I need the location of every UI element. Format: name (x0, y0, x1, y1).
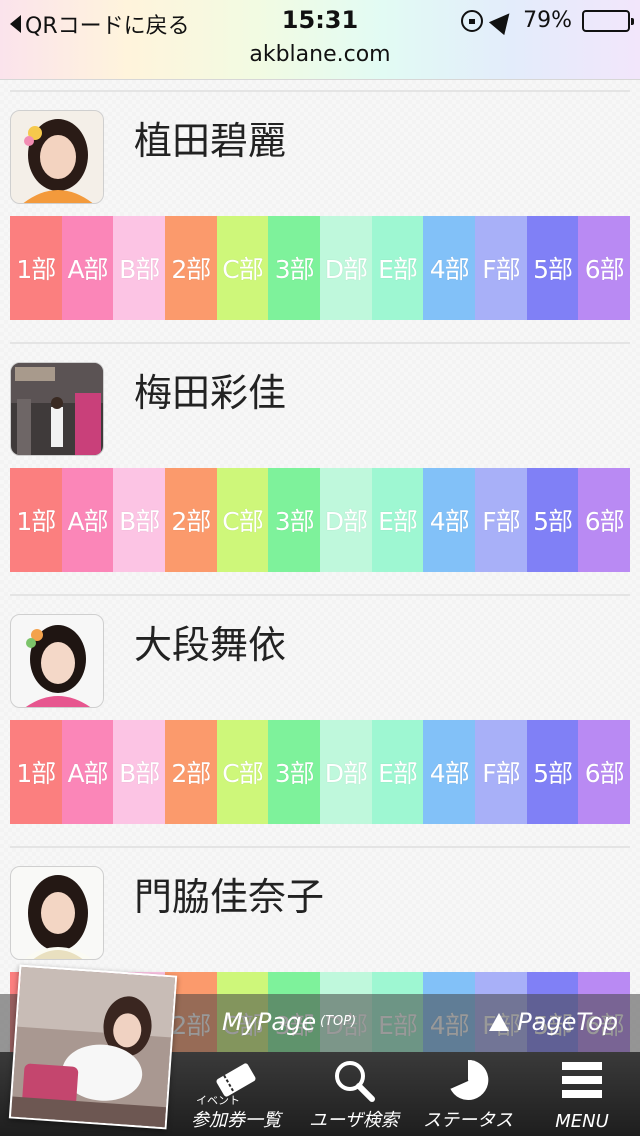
member-name: 植田碧麗 (134, 119, 287, 163)
ticket-part-button[interactable]: D部 (320, 720, 372, 824)
ticket-part-button[interactable]: F部 (475, 720, 527, 824)
ticket-part-button[interactable]: 5部 (526, 720, 579, 824)
ticket-part-button[interactable]: 3部 (268, 468, 321, 572)
ticket-part-button[interactable]: C部 (216, 468, 269, 572)
member-name: 門脇佳奈子 (134, 875, 325, 919)
mypage-sub-label: (TOP) (320, 1014, 357, 1029)
ticket-part-button[interactable]: 4部 (423, 720, 476, 824)
ticket-part-button[interactable]: D部 (320, 468, 372, 572)
ticket-row: 1部A部B部2部C部3部D部E部4部F部5部6部 (10, 468, 631, 572)
profile-photo[interactable] (8, 964, 178, 1130)
member-avatar[interactable] (10, 110, 104, 204)
tab-label: 参加券一覧 (191, 1110, 281, 1131)
ticket-part-button[interactable]: 1部 (10, 216, 62, 320)
member-avatar[interactable] (10, 614, 104, 708)
divider (10, 846, 630, 848)
ticket-part-button[interactable]: 2部 (165, 468, 217, 572)
tab-label: ステータス (423, 1110, 513, 1131)
ticket-row: 1部A部B部2部C部3部D部E部4部F部5部6部 (10, 720, 631, 824)
ticket-part-button[interactable]: C部 (216, 720, 269, 824)
ticket-part-button[interactable]: B部 (113, 468, 166, 572)
status-icons: 79% (461, 6, 634, 35)
ticket-row: 1部A部B部2部C部3部D部E部4部F部5部6部 (10, 216, 631, 320)
ticket-part-button[interactable]: E部 (371, 720, 424, 824)
ticket-part-button[interactable]: B部 (113, 720, 166, 824)
ticket-part-button[interactable]: B部 (113, 216, 166, 320)
ticket-part-button[interactable]: 1部 (10, 720, 62, 824)
member-name: 大段舞依 (134, 623, 287, 667)
ticket-part-button[interactable]: 1部 (10, 468, 62, 572)
tab-menu[interactable]: MENU (528, 1052, 636, 1136)
address-url[interactable]: akblane.com (0, 42, 640, 67)
tab-label: MENU (555, 1111, 609, 1132)
battery-icon (582, 9, 634, 32)
member-avatar[interactable] (10, 866, 104, 960)
ticket-part-button[interactable]: 4部 (423, 468, 476, 572)
pagetop-link[interactable]: PageTop (489, 1008, 618, 1036)
ticket-part-button[interactable]: A部 (61, 468, 114, 572)
ticket-part-button[interactable]: 5部 (526, 216, 579, 320)
ticket-part-button[interactable]: 6部 (578, 720, 631, 824)
up-arrow-icon (489, 1013, 510, 1031)
tab-status[interactable]: ステータス (414, 1052, 522, 1136)
ticket-part-button[interactable]: 6部 (578, 216, 631, 320)
divider (10, 90, 630, 92)
ticket-part-button[interactable]: 2部 (165, 720, 217, 824)
ticket-part-button[interactable]: F部 (475, 468, 527, 572)
tab-user-search[interactable]: ユーザ検索 (300, 1052, 408, 1136)
ticket-part-button[interactable]: E部 (371, 468, 424, 572)
browser-status-bar: QRコードに戻る 15:31 akblane.com 79% (0, 0, 640, 80)
ticket-part-button[interactable]: F部 (475, 216, 527, 320)
divider (10, 342, 630, 344)
ticket-part-button[interactable]: 2部 (165, 216, 217, 320)
ticket-part-button[interactable]: 6部 (578, 468, 631, 572)
ticket-part-button[interactable]: 3部 (268, 720, 321, 824)
orientation-lock-icon (461, 9, 484, 32)
ticket-part-button[interactable]: A部 (61, 720, 114, 824)
ticket-part-button[interactable]: C部 (216, 216, 269, 320)
tab-event-tickets[interactable]: イベント 参加券一覧 (176, 1052, 296, 1136)
ticket-part-button[interactable]: A部 (61, 216, 114, 320)
pie-chart-icon (444, 1058, 492, 1106)
ticket-part-button[interactable]: E部 (371, 216, 424, 320)
pagetop-label: PageTop (517, 1008, 618, 1036)
tab-label: ユーザ検索 (309, 1110, 399, 1131)
ticket-part-button[interactable]: 5部 (526, 468, 579, 572)
mypage-link[interactable]: MyPage (222, 1008, 316, 1036)
ticket-part-button[interactable]: D部 (320, 216, 372, 320)
menu-icon (558, 1058, 606, 1106)
ticket-part-button[interactable]: 3部 (268, 216, 321, 320)
battery-percent: 79% (523, 8, 572, 33)
divider (10, 594, 630, 596)
search-icon (330, 1058, 378, 1106)
ticket-part-button[interactable]: 4部 (423, 216, 476, 320)
location-arrow-icon (489, 6, 518, 35)
member-avatar[interactable] (10, 362, 104, 456)
member-name: 梅田彩佳 (134, 371, 287, 415)
